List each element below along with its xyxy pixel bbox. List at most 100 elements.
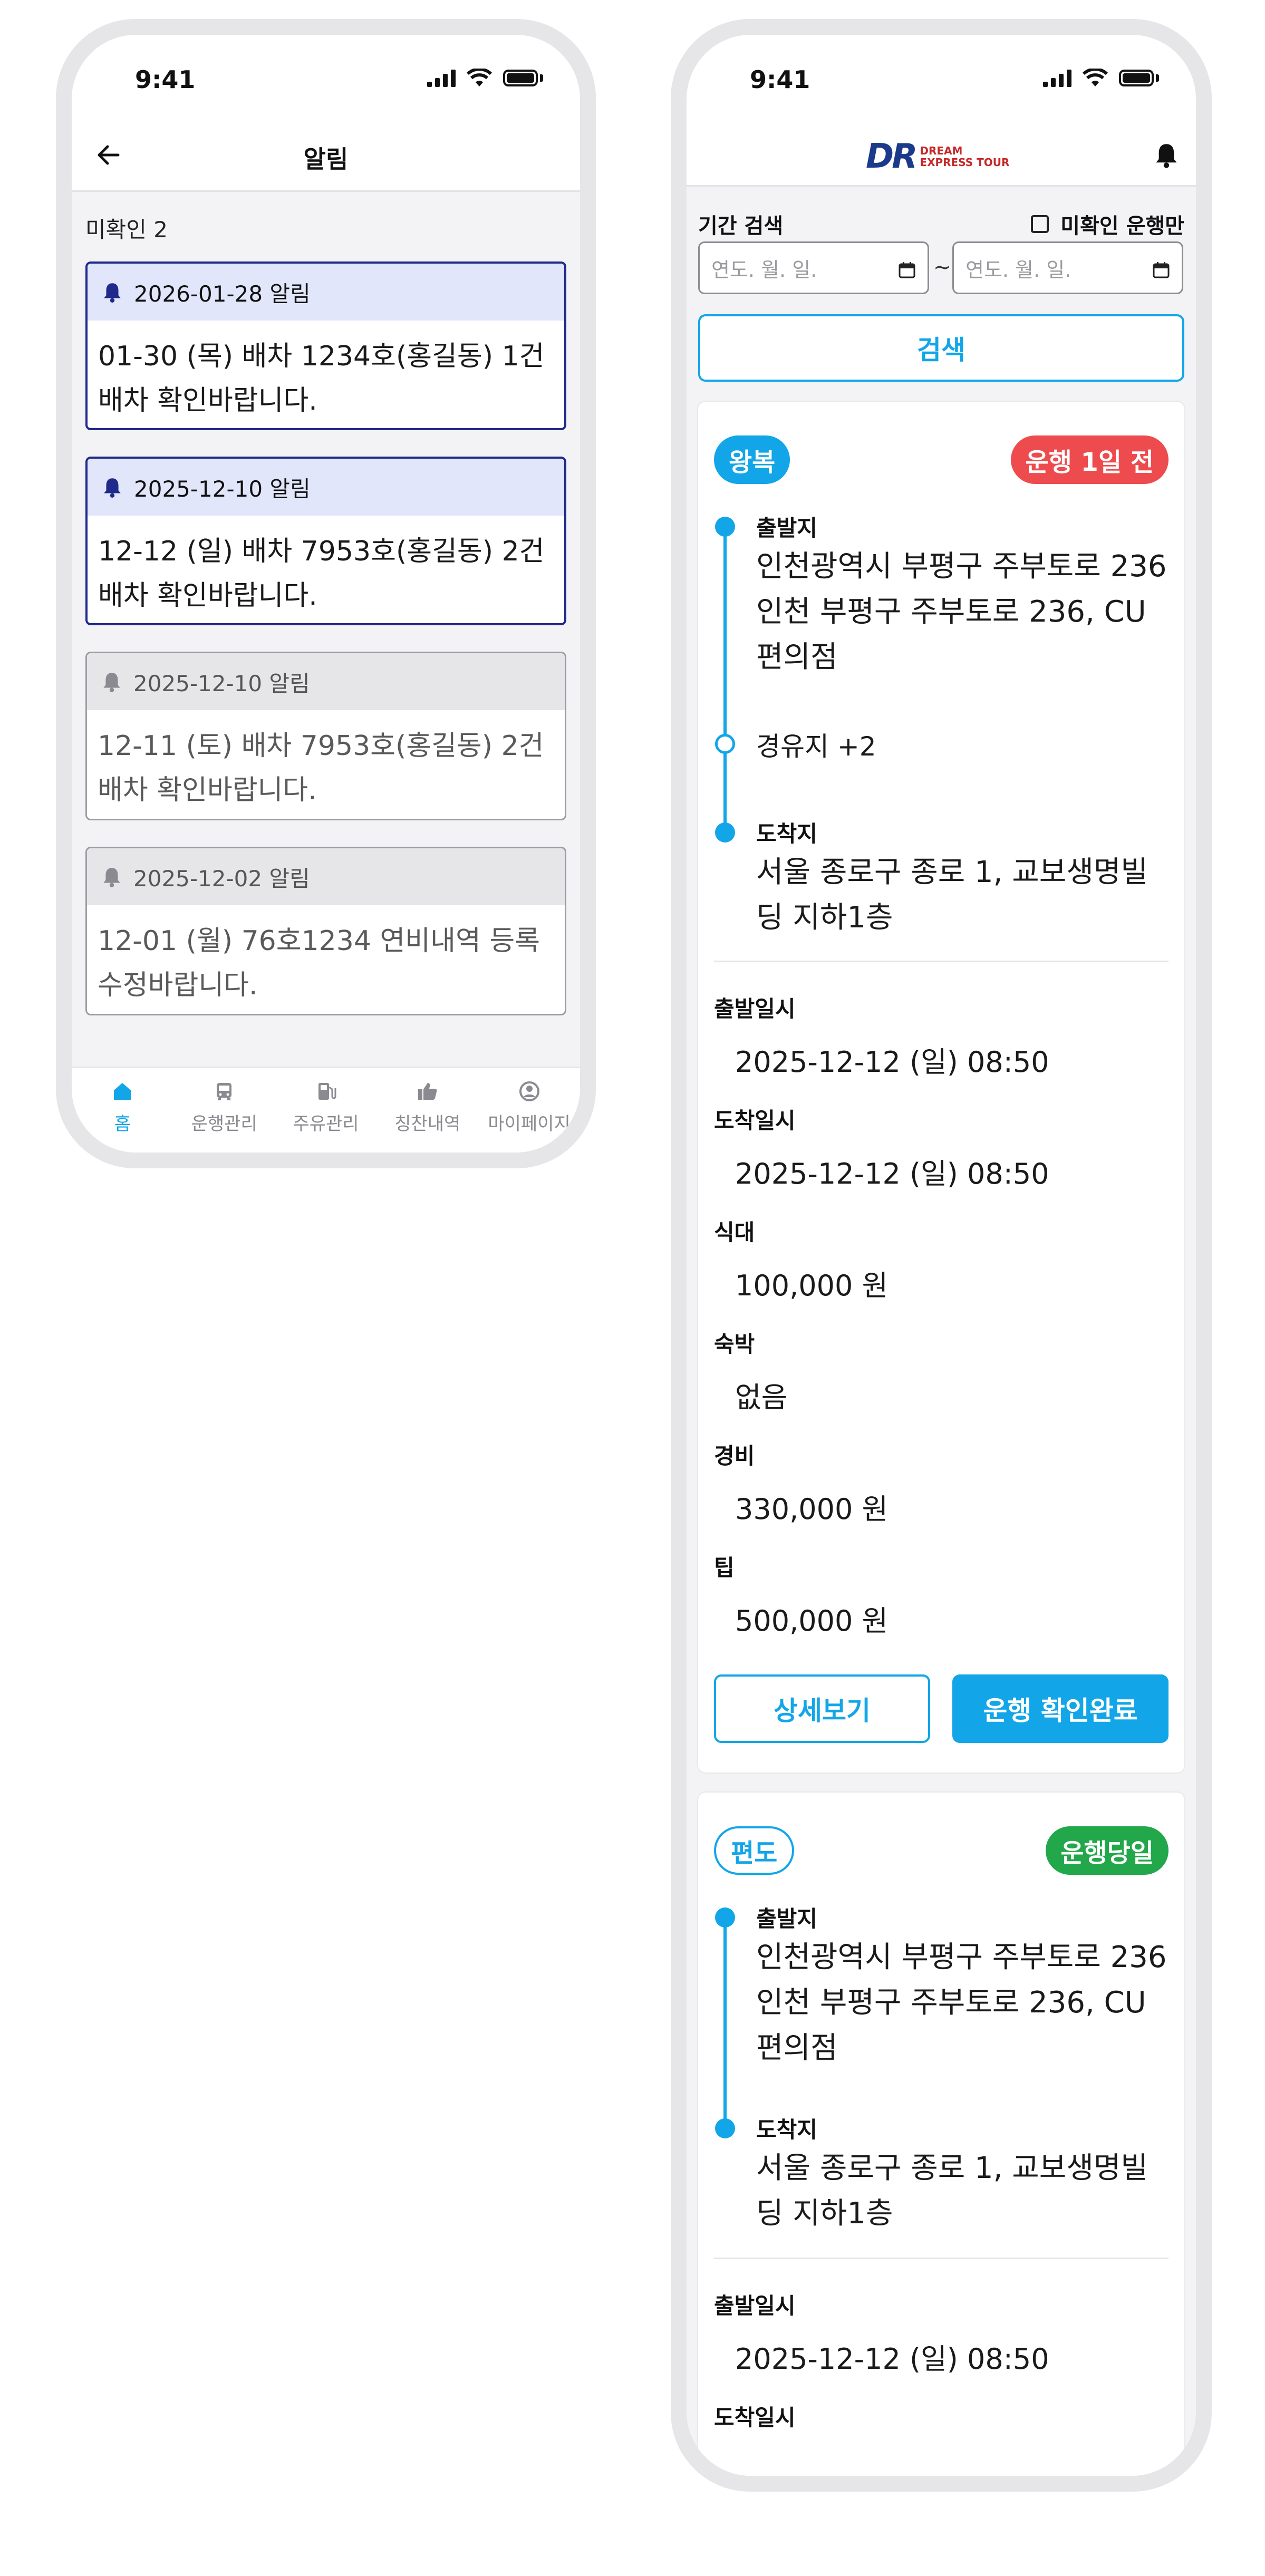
- bus-icon: [217, 1083, 232, 1100]
- status-icons: [1043, 69, 1159, 88]
- notification-item[interactable]: 2025-12-10 알림 12-11 (토) 배차 7953호(홍길동) 2건…: [85, 652, 566, 820]
- notification-date: 2025-12-10 알림: [134, 476, 311, 502]
- page-title: 알림: [303, 145, 349, 173]
- field-value: 330,000 원: [735, 1493, 889, 1526]
- notification-date: 2025-12-02 알림: [133, 865, 310, 892]
- tab-operations[interactable]: 운행관리: [173, 1068, 275, 1153]
- trip-type-badge: 왕복: [714, 435, 790, 484]
- thumbs-up-icon: [418, 1083, 437, 1100]
- arrival-label: 도착지: [756, 821, 817, 847]
- notification-item[interactable]: 2025-12-02 알림 12-01 (월) 76호1234 연비내역 등록 …: [85, 847, 566, 1015]
- notification-item[interactable]: 2025-12-10 알림 12-12 (일) 배차 7953호(홍길동) 2건…: [85, 457, 566, 625]
- status-bar: 9:41: [72, 35, 580, 130]
- date-placeholder: 연도. 월. 일.: [965, 258, 1071, 282]
- checkbox-box: [1031, 215, 1049, 233]
- user-circle-icon: [519, 1081, 539, 1101]
- signal-icon: [1043, 69, 1071, 87]
- field-value: 2025-12-12 (일) 08:50: [735, 2342, 1049, 2376]
- field-value: 100,000 원: [735, 1269, 889, 1302]
- field-label: 도착일시: [714, 1108, 796, 1134]
- operations-content: 기간 검색 미확인 운행만 연도. 월. 일. ~ 연도. 월. 일. 검색 왕…: [687, 187, 1196, 2476]
- notification-message: 12-11 (토) 배차 7953호(홍길동) 2건 배차 확인바랍니다.: [98, 730, 544, 806]
- brand-logo[interactable]: DR DREAM EXPRESS TOUR: [866, 137, 1009, 176]
- bell-icon: [104, 283, 121, 303]
- field-label: 숙박: [714, 1331, 755, 1357]
- trip-type-badge: 편도: [714, 1826, 795, 1875]
- unconfirmed-only-checkbox[interactable]: 미확인 운행만: [1031, 209, 1184, 239]
- range-separator: ~: [933, 255, 951, 279]
- tab-praise[interactable]: 칭찬내역: [376, 1068, 478, 1153]
- tab-label: 홈: [114, 1113, 131, 1135]
- tab-label: 운행관리: [191, 1113, 257, 1135]
- notification-message: 01-30 (목) 배차 1234호(홍길동) 1건 배차 확인바랍니다.: [98, 341, 545, 417]
- waypoint-dot: [715, 734, 735, 754]
- operation-card: 왕복 운행 1일 전 출발지 인천광역시 부평구 주부토로 236 인천 부평구…: [698, 402, 1184, 1773]
- tab-fuel[interactable]: 주유관리: [275, 1068, 377, 1153]
- logo-mark: DR: [866, 137, 918, 176]
- departure-address: 인천광역시 부평구 주부토로 236 인천 부평구 주부토로 236, CU 편…: [756, 1940, 1167, 2065]
- bottom-tab-bar: 홈 운행관리 주유관리 칭찬내역 마이페이지: [72, 1067, 580, 1153]
- bell-icon: [103, 673, 120, 692]
- notification-item[interactable]: 2026-01-28 알림 01-30 (목) 배차 1234호(홍길동) 1건…: [85, 262, 566, 430]
- status-time: 9:41: [750, 65, 810, 94]
- wifi-icon: [1082, 69, 1108, 86]
- notification-message: 12-01 (월) 76호1234 연비내역 등록 수정바랍니다.: [98, 925, 540, 1001]
- bell-icon[interactable]: [1153, 141, 1180, 169]
- signal-icon: [427, 69, 456, 87]
- waypoint-count[interactable]: 경유지 +2: [756, 725, 876, 763]
- end-date-input[interactable]: 연도. 월. 일.: [952, 241, 1183, 294]
- departure-label: 출발지: [756, 1906, 817, 1932]
- departure-address: 인천광역시 부평구 주부토로 236 인천 부평구 주부토로 236, CU 편…: [756, 549, 1167, 674]
- calendar-icon: [899, 262, 915, 278]
- field-label: 팁: [714, 1555, 735, 1581]
- notification-header: 2025-12-10 알림: [88, 459, 564, 516]
- status-badge: 운행당일: [1046, 1826, 1169, 1875]
- field-value: 2025-12-12 (일) 08:50: [735, 1157, 1049, 1190]
- fuel-icon: [318, 1083, 336, 1100]
- detail-button[interactable]: 상세보기: [714, 1674, 930, 1743]
- start-date-input[interactable]: 연도. 월. 일.: [698, 241, 929, 294]
- logo-text: DREAM EXPRESS TOUR: [920, 145, 1009, 168]
- arrival-dot: [715, 2118, 735, 2138]
- battery-icon: [1119, 70, 1154, 86]
- departure-dot: [715, 1907, 735, 1928]
- arrival-label: 도착지: [756, 2117, 817, 2143]
- notification-message: 12-12 (일) 배차 7953호(홍길동) 2건 배차 확인바랍니다.: [98, 536, 545, 612]
- search-button[interactable]: 검색: [698, 314, 1184, 382]
- battery-tip: [540, 74, 543, 82]
- field-value: 없음: [735, 1381, 788, 1414]
- tab-mypage[interactable]: 마이페이지: [478, 1068, 580, 1153]
- arrival-address: 서울 종로구 종로 1, 교보생명빌딩 지하1층: [756, 855, 1148, 935]
- field-value: 2025-12-12 (일) 08:50: [735, 1045, 1049, 1079]
- home-icon: [114, 1083, 131, 1100]
- status-badge: 운행 1일 전: [1010, 435, 1169, 484]
- notification-header: 2025-12-02 알림: [87, 848, 565, 905]
- status-icons: [427, 69, 543, 88]
- field-label: 도착일시: [714, 2405, 796, 2430]
- arrival-dot: [715, 822, 735, 842]
- calendar-icon: [1153, 262, 1170, 278]
- period-search-label: 기간 검색: [698, 214, 784, 238]
- phone-notifications: 9:41 알림 미확인 2 2026-01-28 알림 01-30 (목) 배차…: [56, 19, 596, 1168]
- arrival-address: 서울 종로구 종로 1, 교보생명빌딩 지하1층: [756, 2151, 1148, 2231]
- field-label: 식대: [714, 1219, 755, 1245]
- divider: [714, 961, 1169, 962]
- tab-home[interactable]: 홈: [72, 1068, 173, 1153]
- notification-header: 2026-01-28 알림: [88, 264, 564, 321]
- logo-line1: DREAM: [920, 144, 963, 157]
- battery-icon: [503, 70, 538, 86]
- battery-tip: [1156, 74, 1159, 82]
- unread-count: 미확인 2: [85, 217, 168, 243]
- departure-dot: [715, 517, 735, 537]
- field-value: 500,000 원: [735, 1604, 889, 1638]
- operations-screen: 9:41 DR DREAM EXPRESS TOUR 기간 검색 미확인 운행만: [687, 35, 1196, 2476]
- tab-label: 주유관리: [293, 1113, 359, 1135]
- card-actions: 상세보기 운행 확인완료: [714, 1674, 1169, 1743]
- notification-date: 2026-01-28 알림: [134, 280, 311, 307]
- phone-operations: 9:41 DR DREAM EXPRESS TOUR 기간 검색 미확인 운행만: [671, 19, 1212, 2492]
- date-placeholder: 연도. 월. 일.: [711, 258, 817, 282]
- confirm-operation-button[interactable]: 운행 확인완료: [952, 1674, 1169, 1743]
- notifications-screen: 9:41 알림 미확인 2 2026-01-28 알림 01-30 (목) 배차…: [72, 35, 580, 1153]
- route-timeline: [723, 526, 727, 832]
- departure-label: 출발지: [756, 515, 817, 541]
